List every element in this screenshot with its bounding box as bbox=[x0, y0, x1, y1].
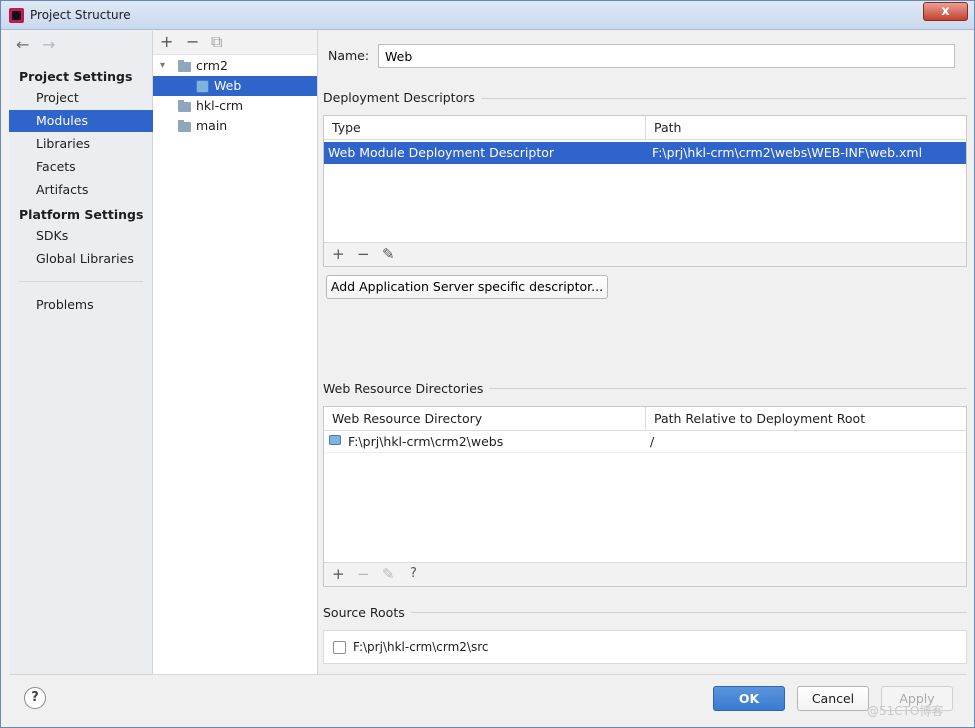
nav-section-platform-settings: Platform Settings bbox=[19, 207, 144, 222]
tree-node-label: crm2 bbox=[196, 58, 228, 73]
relative-path-cell: / bbox=[650, 434, 655, 449]
source-root-path: F:\prj\hkl-crm\crm2\src bbox=[353, 640, 489, 654]
group-separator bbox=[468, 98, 967, 99]
descriptor-path-cell: F:\prj\hkl-crm\crm2\webs\WEB-INF\web.xml bbox=[652, 145, 923, 160]
add-descriptor-icon[interactable]: + bbox=[332, 245, 345, 263]
facet-settings-panel: Name: Deployment Descriptors Type Path W… bbox=[318, 31, 974, 674]
group-separator bbox=[406, 612, 967, 613]
name-field[interactable] bbox=[378, 44, 955, 68]
table-row[interactable]: F:\prj\hkl-crm\crm2\webs / bbox=[324, 431, 966, 453]
table-header: Web Resource Directory Path Relative to … bbox=[324, 407, 966, 431]
deployment-descriptors-table: Type Path Web Module Deployment Descript… bbox=[323, 115, 967, 267]
name-label: Name: bbox=[328, 48, 369, 63]
chevron-down-icon[interactable]: ▾ bbox=[160, 56, 165, 76]
tree-node-label: main bbox=[196, 118, 228, 133]
descriptor-type-cell: Web Module Deployment Descriptor bbox=[328, 145, 555, 160]
web-resource-directories-table: Web Resource Directory Path Relative to … bbox=[323, 406, 967, 587]
close-button[interactable]: x bbox=[923, 2, 968, 21]
remove-resource-icon[interactable]: − bbox=[357, 565, 370, 583]
web-resource-directories-title: Web Resource Directories bbox=[323, 381, 490, 396]
forward-arrow-icon[interactable]: → bbox=[42, 35, 68, 54]
nav-item-facets[interactable]: Facets bbox=[9, 156, 153, 178]
add-module-icon[interactable]: + bbox=[160, 32, 173, 51]
nav-section-project-settings: Project Settings bbox=[19, 69, 133, 84]
intellij-app-icon bbox=[9, 8, 24, 23]
column-header-relative-path[interactable]: Path Relative to Deployment Root bbox=[646, 407, 865, 431]
group-separator bbox=[483, 388, 967, 389]
project-structure-dialog: Project Structure x ← → Project Settings … bbox=[0, 0, 975, 728]
remove-descriptor-icon[interactable]: − bbox=[357, 245, 370, 263]
source-root-checkbox[interactable] bbox=[333, 641, 346, 654]
edit-descriptor-icon[interactable]: ✎ bbox=[382, 245, 395, 263]
nav-history: ← → bbox=[16, 35, 68, 54]
dialog-button-bar: ? OK Cancel Apply bbox=[9, 674, 967, 724]
tree-node-main[interactable]: main bbox=[153, 116, 317, 136]
tree-node-web[interactable]: Web bbox=[153, 76, 317, 96]
tree-node-hkl-crm[interactable]: hkl-crm bbox=[153, 96, 317, 116]
nav-item-project[interactable]: Project bbox=[9, 87, 153, 109]
web-folder-icon bbox=[329, 435, 341, 445]
help-icon[interactable]: ? bbox=[410, 566, 417, 581]
nav-item-modules[interactable]: Modules bbox=[9, 110, 153, 132]
source-roots-list: F:\prj\hkl-crm\crm2\src bbox=[323, 630, 967, 664]
tree-node-label: Web bbox=[214, 78, 242, 93]
nav-divider bbox=[19, 281, 143, 282]
window-title: Project Structure bbox=[30, 8, 131, 22]
table-header: Type Path bbox=[324, 116, 966, 140]
module-folder-icon bbox=[178, 120, 191, 132]
nav-item-global-libraries[interactable]: Global Libraries bbox=[9, 248, 153, 270]
back-arrow-icon[interactable]: ← bbox=[16, 35, 42, 54]
deployment-table-toolbar: + − ✎ bbox=[324, 242, 966, 266]
web-resource-toolbar: + − ✎ ? bbox=[324, 562, 966, 586]
resource-directory-cell: F:\prj\hkl-crm\crm2\webs bbox=[348, 434, 504, 449]
add-resource-icon[interactable]: + bbox=[332, 565, 345, 583]
title-bar: Project Structure x bbox=[1, 1, 974, 30]
tree-node-crm2[interactable]: ▾ crm2 bbox=[153, 56, 317, 76]
tree-node-label: hkl-crm bbox=[196, 98, 244, 113]
edit-resource-icon[interactable]: ✎ bbox=[382, 565, 395, 583]
help-button[interactable]: ? bbox=[24, 687, 46, 709]
copy-module-icon[interactable]: ⧉ bbox=[211, 32, 222, 52]
settings-nav: ← → Project Settings Project Modules Libr… bbox=[9, 31, 153, 674]
nav-item-libraries[interactable]: Libraries bbox=[9, 133, 153, 155]
column-header-path[interactable]: Path bbox=[646, 116, 681, 140]
module-folder-icon bbox=[178, 100, 191, 112]
add-server-descriptor-button[interactable]: Add Application Server specific descript… bbox=[326, 275, 608, 299]
remove-module-icon[interactable]: − bbox=[186, 32, 199, 51]
module-tree-panel: + − ⧉ ▾ crm2 Web hkl-crm main bbox=[153, 31, 318, 674]
module-folder-icon bbox=[178, 60, 191, 72]
name-label-text: Name: bbox=[328, 48, 370, 63]
source-roots-title: Source Roots bbox=[323, 605, 411, 620]
table-row[interactable]: Web Module Deployment Descriptor F:\prj\… bbox=[324, 142, 966, 164]
nav-item-problems[interactable]: Problems bbox=[9, 294, 153, 316]
column-header-type[interactable]: Type bbox=[324, 116, 361, 140]
ok-button[interactable]: OK bbox=[713, 686, 785, 711]
cancel-button[interactable]: Cancel bbox=[797, 686, 869, 711]
module-tree-toolbar: + − ⧉ bbox=[153, 31, 317, 55]
nav-item-sdks[interactable]: SDKs bbox=[9, 225, 153, 247]
nav-item-artifacts[interactable]: Artifacts bbox=[9, 179, 153, 201]
column-header-web-resource-directory[interactable]: Web Resource Directory bbox=[324, 407, 482, 431]
watermark-text: @51CTO博客 bbox=[867, 704, 944, 718]
deployment-descriptors-title: Deployment Descriptors bbox=[323, 90, 481, 105]
web-facet-icon bbox=[196, 80, 209, 93]
